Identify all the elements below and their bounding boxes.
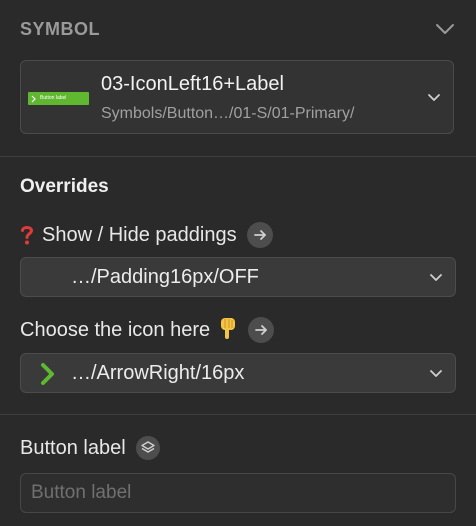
icon-select-value: …/ArrowRight/16px — [71, 361, 245, 384]
arrow-right-circle-icon[interactable] — [246, 222, 273, 248]
chevron-down-icon[interactable] — [434, 18, 456, 40]
paddings-override-label: Show / Hide paddings — [20, 222, 273, 248]
icon-label-text: Choose the icon here — [20, 318, 211, 341]
symbol-section-header[interactable]: SYMBOL — [20, 16, 456, 42]
button-label-input[interactable] — [20, 473, 456, 513]
paddings-select-value: …/Padding16px/OFF — [71, 265, 259, 288]
paddings-label-text: Show / Hide paddings — [42, 223, 237, 246]
thumbnail-label: Button label — [40, 95, 67, 101]
symbol-name: 03-IconLeft16+Label — [101, 73, 284, 95]
symbol-path: Symbols/Button…/01-S/01-Primary/ — [101, 105, 355, 122]
layers-icon — [135, 436, 160, 460]
icon-override-label: Choose the icon here — [20, 316, 275, 344]
symbol-picker[interactable]: Button label 03-IconLeft16+Label Symbols… — [20, 60, 454, 134]
symbol-thumbnail: Button label — [28, 92, 89, 105]
chevron-down-icon — [430, 370, 442, 377]
button-label-override-label: Button label — [20, 435, 160, 461]
red-question-mark-icon — [20, 224, 34, 246]
icon-select[interactable]: …/ArrowRight/16px — [20, 353, 456, 393]
paddings-select[interactable]: …/Padding16px/OFF — [20, 257, 456, 297]
pointing-down-hand-icon — [218, 316, 238, 344]
overrides-title: Overrides — [20, 176, 109, 197]
section-title: SYMBOL — [20, 18, 101, 39]
chevron-down-icon — [428, 94, 440, 101]
button-label-text: Button label — [20, 436, 126, 459]
chevron-right-icon — [31, 95, 36, 102]
arrow-right-circle-icon[interactable] — [248, 317, 275, 343]
section-divider — [0, 156, 476, 157]
green-chevron-right-icon — [41, 363, 54, 385]
chevron-down-icon — [430, 274, 442, 281]
section-divider — [0, 414, 476, 415]
